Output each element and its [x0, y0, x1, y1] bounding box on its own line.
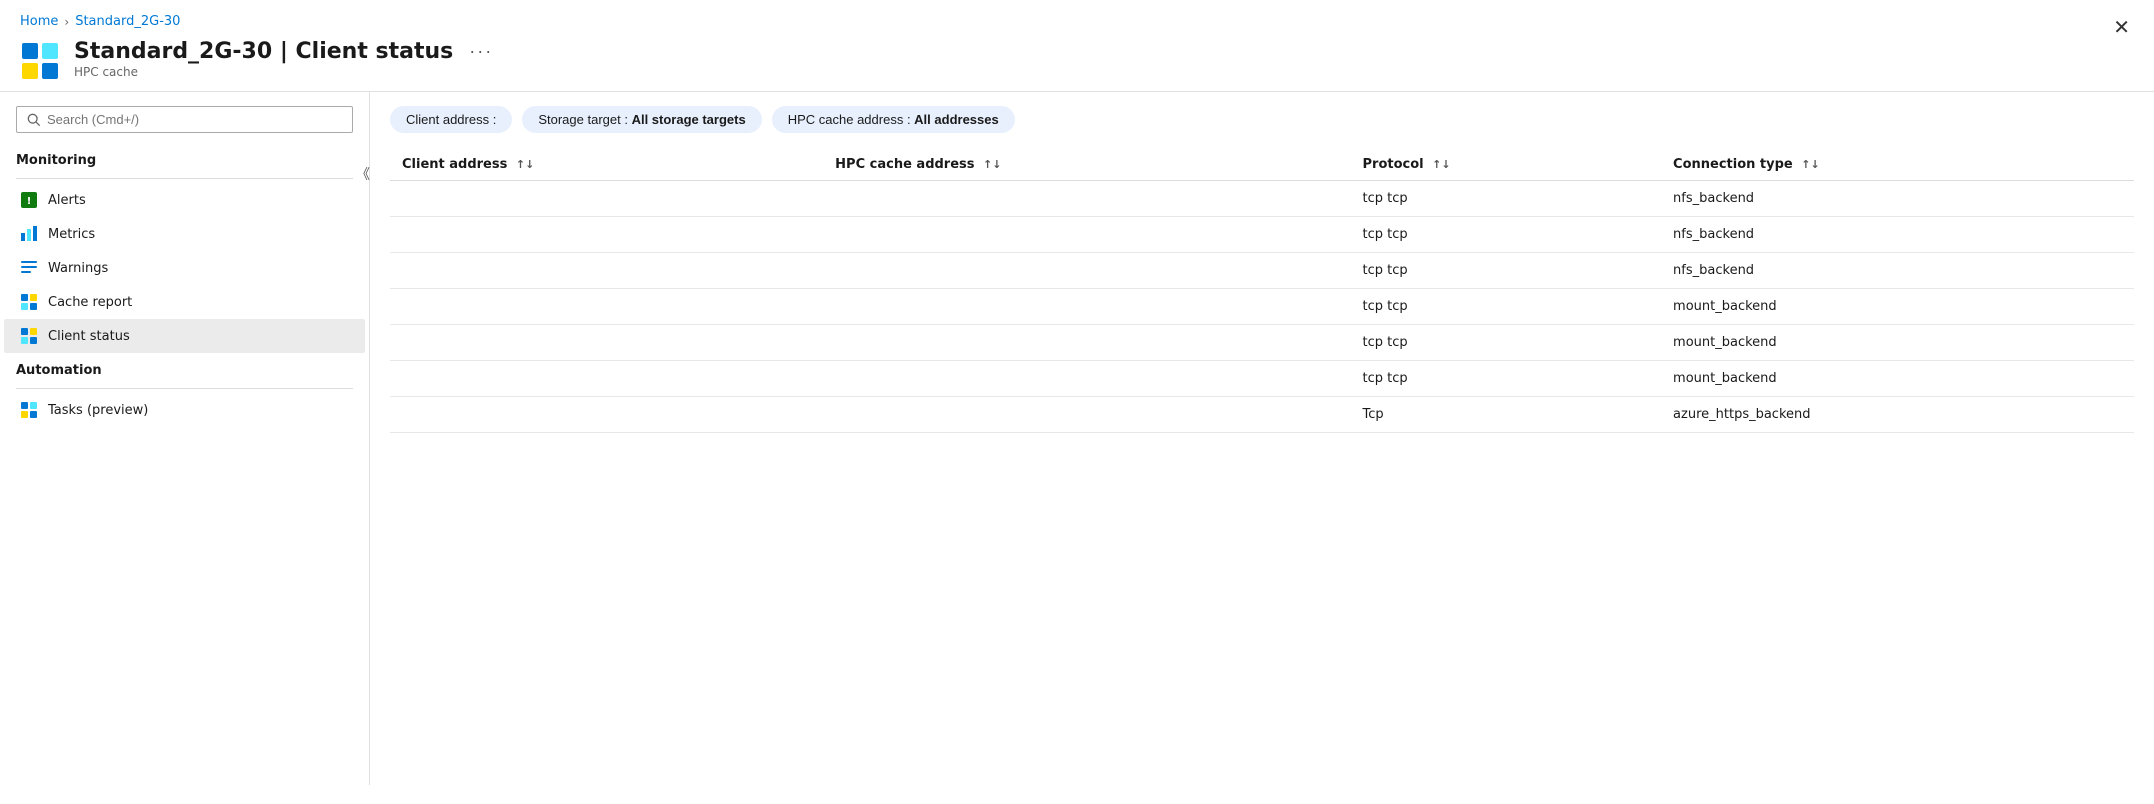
filter-hpc-cache-address[interactable]: HPC cache address : All addresses [772, 106, 1015, 133]
automation-divider [16, 388, 353, 389]
table-container: Client address ↑↓ HPC cache address ↑↓ P… [390, 149, 2134, 785]
table-header: Client address ↑↓ HPC cache address ↑↓ P… [390, 149, 2134, 181]
cell-client-address-3 [390, 289, 823, 325]
table-row: tcp tcp mount_backend [390, 325, 2134, 361]
cell-hpc-cache-address-0 [823, 181, 1350, 217]
sidebar-item-warnings-label: Warnings [48, 261, 108, 276]
col-protocol[interactable]: Protocol ↑↓ [1351, 149, 1662, 181]
sidebar-item-cache-report-label: Cache report [48, 295, 132, 310]
cell-protocol-5: tcp tcp [1351, 361, 1662, 397]
cell-hpc-cache-address-1 [823, 217, 1350, 253]
breadcrumb-home[interactable]: Home [20, 14, 58, 29]
cell-protocol-4: tcp tcp [1351, 325, 1662, 361]
page-title: Standard_2G-30 | Client status [74, 39, 453, 64]
search-icon [27, 113, 41, 127]
metrics-icon [20, 225, 38, 243]
cell-client-address-4 [390, 325, 823, 361]
col-connection-type[interactable]: Connection type ↑↓ [1661, 149, 2134, 181]
table-row: Tcp azure_https_backend [390, 397, 2134, 433]
filter-bar: Client address : Storage target : All st… [390, 106, 2134, 133]
col-client-address-sort: ↑↓ [516, 158, 534, 171]
filter-hpc-cache-address-value: All addresses [914, 112, 999, 127]
cell-client-address-1 [390, 217, 823, 253]
cell-client-address-5 [390, 361, 823, 397]
table-row: tcp tcp nfs_backend [390, 253, 2134, 289]
content-area: Client address : Storage target : All st… [370, 92, 2154, 785]
monitoring-section-title: Monitoring [0, 143, 369, 172]
monitoring-divider [16, 178, 353, 179]
filter-hpc-cache-address-prefix: HPC cache address : [788, 112, 914, 127]
col-protocol-sort: ↑↓ [1432, 158, 1450, 171]
cell-connection-type-6: azure_https_backend [1661, 397, 2134, 433]
sidebar-item-metrics[interactable]: Metrics [4, 217, 365, 251]
hpc-cache-icon [20, 41, 60, 81]
ellipsis-button[interactable]: ··· [463, 39, 499, 64]
filter-storage-target[interactable]: Storage target : All storage targets [522, 106, 761, 133]
cell-hpc-cache-address-3 [823, 289, 1350, 325]
table-row: tcp tcp mount_backend [390, 289, 2134, 325]
table-row: tcp tcp nfs_backend [390, 217, 2134, 253]
sidebar-item-cache-report[interactable]: Cache report [4, 285, 365, 319]
filter-client-address[interactable]: Client address : [390, 106, 512, 133]
table-row: tcp tcp nfs_backend [390, 181, 2134, 217]
cell-hpc-cache-address-4 [823, 325, 1350, 361]
cell-hpc-cache-address-2 [823, 253, 1350, 289]
breadcrumb: Home › Standard_2G-30 [0, 0, 2154, 35]
page-subtitle: HPC cache [74, 65, 2134, 79]
alerts-icon: ! [20, 191, 38, 209]
cell-hpc-cache-address-5 [823, 361, 1350, 397]
table-row: tcp tcp mount_backend [390, 361, 2134, 397]
sidebar-collapse-button[interactable]: 《 [352, 160, 374, 188]
cell-protocol-1: tcp tcp [1351, 217, 1662, 253]
cell-connection-type-3: mount_backend [1661, 289, 2134, 325]
breadcrumb-current[interactable]: Standard_2G-30 [75, 14, 180, 29]
col-connection-type-sort: ↑↓ [1801, 158, 1819, 171]
cell-client-address-0 [390, 181, 823, 217]
cell-hpc-cache-address-6 [823, 397, 1350, 433]
cell-protocol-6: Tcp [1351, 397, 1662, 433]
cell-connection-type-4: mount_backend [1661, 325, 2134, 361]
client-status-table: Client address ↑↓ HPC cache address ↑↓ P… [390, 149, 2134, 433]
sidebar-item-tasks-label: Tasks (preview) [48, 403, 148, 418]
sidebar-item-warnings[interactable]: Warnings [4, 251, 365, 285]
cell-protocol-0: tcp tcp [1351, 181, 1662, 217]
sidebar-item-alerts-label: Alerts [48, 193, 86, 208]
svg-text:!: ! [27, 196, 32, 207]
cell-connection-type-1: nfs_backend [1661, 217, 2134, 253]
sidebar-item-client-status[interactable]: Client status [4, 319, 365, 353]
automation-section-title: Automation [0, 353, 369, 382]
client-status-icon [20, 327, 38, 345]
sidebar: Monitoring ! Alerts Metrics [0, 92, 370, 785]
tasks-icon [20, 401, 38, 419]
page-header: Standard_2G-30 | Client status ··· HPC c… [0, 35, 2154, 91]
filter-client-address-label: Client address : [406, 112, 496, 127]
breadcrumb-separator: › [64, 15, 69, 29]
filter-storage-target-value: All storage targets [632, 112, 746, 127]
close-button[interactable]: ✕ [2113, 18, 2130, 38]
cell-client-address-2 [390, 253, 823, 289]
col-hpc-cache-address[interactable]: HPC cache address ↑↓ [823, 149, 1350, 181]
page-header-text: Standard_2G-30 | Client status ··· HPC c… [74, 39, 2134, 79]
cell-protocol-3: tcp tcp [1351, 289, 1662, 325]
filter-storage-target-prefix: Storage target : [538, 112, 631, 127]
col-client-address[interactable]: Client address ↑↓ [390, 149, 823, 181]
cache-report-icon [20, 293, 38, 311]
sidebar-item-metrics-label: Metrics [48, 227, 95, 242]
cell-connection-type-5: mount_backend [1661, 361, 2134, 397]
cell-client-address-6 [390, 397, 823, 433]
search-input[interactable] [47, 112, 342, 127]
warnings-icon [20, 259, 38, 277]
main-layout: Monitoring ! Alerts Metrics [0, 91, 2154, 785]
table-body: tcp tcp nfs_backend tcp tcp nfs_backend … [390, 181, 2134, 433]
cell-connection-type-0: nfs_backend [1661, 181, 2134, 217]
sidebar-item-tasks[interactable]: Tasks (preview) [4, 393, 365, 427]
search-box[interactable] [16, 106, 353, 133]
sidebar-item-client-status-label: Client status [48, 329, 130, 344]
col-hpc-cache-address-sort: ↑↓ [983, 158, 1001, 171]
cell-connection-type-2: nfs_backend [1661, 253, 2134, 289]
cell-protocol-2: tcp tcp [1351, 253, 1662, 289]
sidebar-item-alerts[interactable]: ! Alerts [4, 183, 365, 217]
